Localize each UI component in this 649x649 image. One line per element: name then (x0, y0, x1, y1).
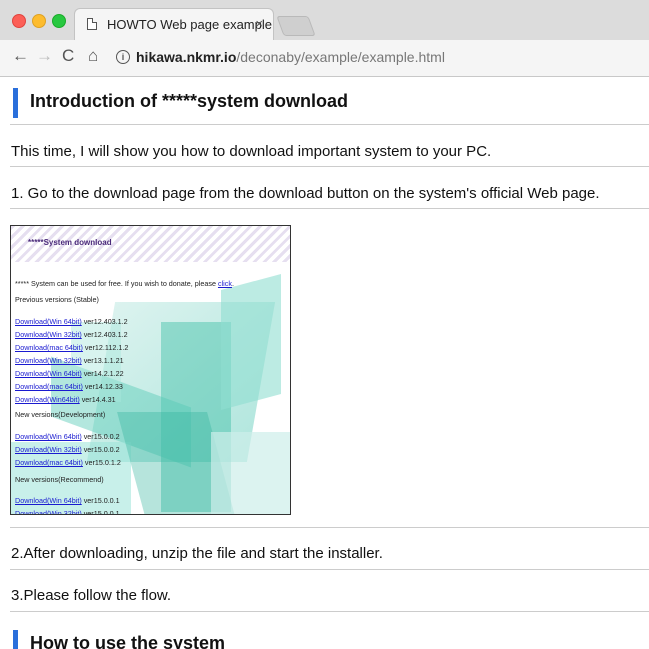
download-row: Download(mac 64bit) ver12.112.1.2 (15, 343, 128, 352)
close-window-button[interactable] (12, 14, 26, 28)
tab-close-icon[interactable]: × (255, 16, 263, 31)
download-link[interactable]: Download(mac 64bit) (15, 382, 83, 391)
version-text: ver14.2.1.22 (81, 369, 124, 378)
download-link[interactable]: Download(Win 32bit) (15, 509, 82, 514)
donate-link[interactable]: click (218, 279, 232, 288)
download-link[interactable]: Download(Win 64bit) (15, 317, 82, 326)
development-versions-label: New versions(Development) (15, 410, 106, 419)
back-icon[interactable]: ← (12, 46, 29, 66)
url-path: /deconaby/example/example.html (236, 49, 445, 65)
download-link[interactable]: Download(Win 32bit) (15, 445, 82, 454)
tab-bar: HOWTO Web page example × (0, 0, 649, 41)
new-tab-button[interactable] (276, 16, 316, 36)
download-link[interactable]: Download(Win 64bit) (15, 369, 82, 378)
version-text: ver12.403.1.2 (81, 317, 128, 326)
version-text: ver14.4.31 (79, 395, 116, 404)
page-content: Introduction of *****system download Thi… (0, 77, 649, 649)
intro-paragraph: This time, I will show you how to downlo… (11, 143, 492, 160)
section-heading-intro: Introduction of *****system download (10, 88, 649, 118)
browser-tab[interactable]: HOWTO Web page example × (74, 8, 274, 40)
version-text: ver12.112.1.2 (82, 343, 129, 352)
version-text: ver14.12.33 (82, 382, 123, 391)
heading-text: How to use the system (30, 633, 226, 649)
divider (10, 527, 649, 528)
maximize-window-button[interactable] (52, 14, 66, 28)
download-row: Download(Win 32bit) ver12.403.1.2 (15, 330, 128, 339)
download-row: Download(Win 64bit) ver14.2.1.22 (15, 369, 124, 378)
heading-accent-bar (13, 88, 18, 118)
info-icon[interactable]: i (116, 50, 130, 64)
heading-text: Introduction of *****system download (30, 91, 349, 111)
download-row: Download(Win 64bit) ver12.403.1.2 (15, 317, 128, 326)
previous-versions-label: Previous versions (Stable) (15, 295, 99, 304)
download-row: Download(Win 64bit) ver15.0.0.1 (15, 496, 120, 505)
download-row: Download(mac 64bit) ver15.0.1.2 (15, 458, 121, 467)
reload-icon[interactable]: C (62, 46, 74, 66)
divider (10, 208, 649, 209)
version-text: ver15.0.0.2 (81, 445, 120, 454)
forward-icon[interactable]: → (36, 46, 53, 66)
download-link[interactable]: Download(Win 32bit) (15, 330, 82, 339)
divider (10, 124, 649, 125)
download-link[interactable]: Download(Win64bit) (15, 395, 80, 404)
url-host: hikawa.nkmr.io (136, 49, 237, 65)
free-notice: ***** System can be used for free. If yo… (15, 279, 234, 288)
download-row: Download(mac 64bit) ver14.12.33 (15, 382, 123, 391)
download-row: Download(Win 32bit) ver15.0.0.1 (15, 509, 120, 515)
version-text: ver12.403.1.2 (81, 330, 128, 339)
browser-window: HOWTO Web page example × ← → C ⌂ i hikaw… (0, 0, 649, 649)
step-3-text: 3.Please follow the flow. (11, 587, 172, 604)
recommended-versions-label: New versions(Recommend) (15, 475, 104, 484)
divider (10, 611, 649, 612)
download-link[interactable]: Download(Win 64bit) (15, 432, 82, 441)
tab-title: HOWTO Web page example (107, 17, 272, 32)
divider (10, 569, 649, 570)
download-row: Download(Win64bit) ver14.4.31 (15, 395, 116, 404)
download-link[interactable]: Download(Win 32bit) (15, 356, 82, 365)
page-icon (87, 18, 97, 30)
download-page-screenshot: *****System download ***** System can be… (10, 225, 291, 515)
download-link[interactable]: Download(mac 64bit) (15, 458, 83, 467)
minimize-window-button[interactable] (32, 14, 46, 28)
version-text: ver13.1.1.21 (81, 356, 124, 365)
download-link[interactable]: Download(Win 64bit) (15, 496, 82, 505)
screenshot-title: *****System download (28, 238, 112, 247)
download-row: Download(Win 32bit) ver13.1.1.21 (15, 356, 124, 365)
version-text: ver15.0.0.1 (81, 496, 120, 505)
step-1-text: 1. Go to the download page from the down… (11, 185, 600, 202)
browser-toolbar: ← → C ⌂ i hikawa.nkmr.io/deconaby/exampl… (0, 40, 649, 77)
version-text: ver15.0.0.2 (81, 432, 120, 441)
heading-accent-bar (13, 630, 18, 649)
download-row: Download(Win 32bit) ver15.0.0.2 (15, 445, 120, 454)
version-text: ver15.0.1.2 (82, 458, 121, 467)
divider (10, 166, 649, 167)
home-icon[interactable]: ⌂ (88, 46, 98, 66)
section-heading-usage: How to use the system (10, 630, 649, 649)
address-bar[interactable]: hikawa.nkmr.io/deconaby/example/example.… (136, 49, 445, 65)
download-link[interactable]: Download(mac 64bit) (15, 343, 83, 352)
version-text: ver15.0.0.1 (81, 509, 120, 515)
step-2-text: 2.After downloading, unzip the file and … (11, 545, 383, 562)
download-row: Download(Win 64bit) ver15.0.0.2 (15, 432, 120, 441)
